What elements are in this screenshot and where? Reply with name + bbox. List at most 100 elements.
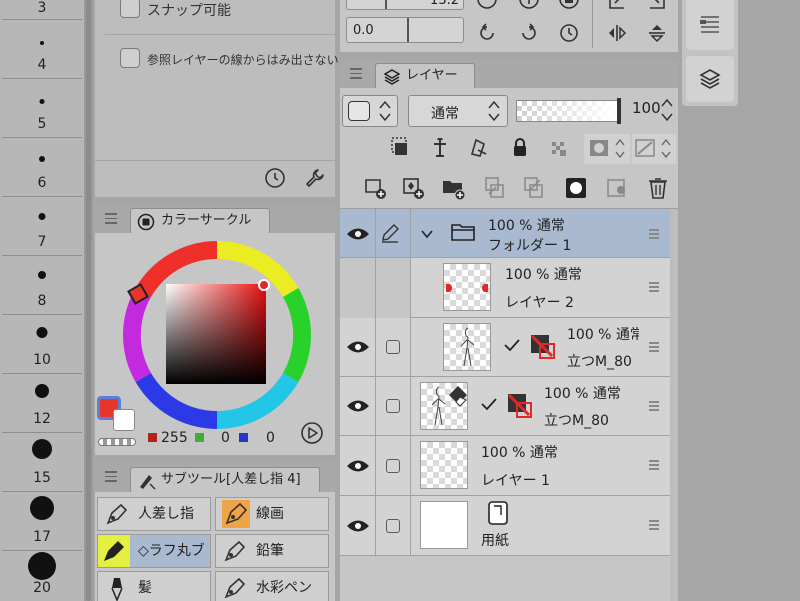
- layer-name: レイヤー 1: [481, 473, 550, 489]
- opacity-stepper-icon[interactable]: [660, 96, 674, 124]
- drag-handle-icon[interactable]: [649, 520, 659, 530]
- delete-layer-icon[interactable]: [644, 174, 672, 202]
- actual-size-icon[interactable]: [646, 0, 668, 12]
- brush-size-item[interactable]: 6: [2, 139, 82, 197]
- apply-mask-icon[interactable]: [604, 174, 632, 202]
- transparent-color-swatch[interactable]: [98, 438, 136, 446]
- create-mask-icon[interactable]: [562, 174, 590, 202]
- brush-size-item[interactable]: 20: [2, 552, 82, 601]
- layer-row[interactable]: 100 % 通常 立つM_80: [340, 377, 670, 436]
- brush-palette-scrollbar[interactable]: [84, 0, 93, 601]
- layer-select-checkbox[interactable]: [386, 340, 400, 354]
- drag-handle-icon[interactable]: [649, 401, 659, 411]
- flip-vertical-icon[interactable]: [646, 22, 668, 44]
- sub-tool-label: 水彩ペン: [256, 580, 312, 596]
- layer-select-checkbox[interactable]: [386, 519, 400, 533]
- layer-row-folder[interactable]: 100 % 通常 フォルダー 1: [340, 209, 670, 258]
- panel-menu-icon[interactable]: [105, 471, 117, 482]
- brush-size-item[interactable]: 8: [2, 257, 82, 315]
- fit-screen-icon[interactable]: [606, 0, 628, 12]
- brush-size-item[interactable]: 12: [2, 375, 82, 433]
- brush-size-item[interactable]: 17: [2, 493, 82, 551]
- merge-down-icon[interactable]: [520, 174, 548, 202]
- opacity-slider-handle[interactable]: [617, 98, 621, 124]
- brush-size-item[interactable]: 7: [2, 198, 82, 256]
- mask-toggle-group[interactable]: [584, 134, 630, 164]
- opacity-slider[interactable]: [516, 98, 621, 124]
- new-folder-icon[interactable]: [440, 174, 468, 202]
- drag-handle-icon[interactable]: [649, 282, 659, 292]
- brush-size-item[interactable]: 15: [2, 434, 82, 492]
- transfer-to-lower-icon[interactable]: [480, 174, 508, 202]
- play-circle-icon[interactable]: [300, 421, 324, 445]
- eye-icon[interactable]: [346, 518, 370, 534]
- tab-sub-tool[interactable]: サブツール[人差し指 4]: [130, 467, 320, 492]
- blend-mode-select[interactable]: 通常: [408, 95, 508, 127]
- sub-tool-item[interactable]: 人差し指: [97, 497, 211, 531]
- reference-layer-icon[interactable]: [426, 134, 454, 162]
- dock-layer-button[interactable]: [686, 56, 734, 102]
- brush-size-item[interactable]: 10: [2, 316, 82, 374]
- stop-icon[interactable]: [558, 0, 580, 10]
- layer-row[interactable]: 100 % 通常 レイヤー 1: [340, 436, 670, 496]
- brush-size-item[interactable]: 3: [2, 0, 82, 20]
- layer-select-checkbox[interactable]: [386, 459, 400, 473]
- ruler-toggle-group[interactable]: [632, 134, 676, 164]
- layer-list-scrollbar[interactable]: [670, 209, 678, 601]
- drag-handle-icon[interactable]: [649, 460, 659, 470]
- dock-layer-property-button[interactable]: [686, 0, 734, 50]
- sub-tool-item[interactable]: 鉛筆: [215, 534, 329, 568]
- panel-dock: [682, 0, 738, 106]
- lock-icon[interactable]: [506, 134, 534, 162]
- reset-clock-icon[interactable]: [263, 166, 287, 190]
- zoom-slider[interactable]: 13.2: [346, 0, 464, 10]
- chevron-down-icon[interactable]: [420, 227, 434, 241]
- tab-layer[interactable]: レイヤー: [375, 63, 475, 88]
- color-picker-handle[interactable]: [258, 279, 270, 291]
- new-vector-layer-icon[interactable]: [400, 174, 428, 202]
- flip-horizontal-icon[interactable]: [606, 22, 628, 44]
- drag-handle-icon[interactable]: [649, 229, 659, 239]
- zoom-out-icon[interactable]: [476, 0, 498, 10]
- brush-size-item[interactable]: 4: [2, 21, 82, 79]
- sub-tool-item[interactable]: 髪: [97, 571, 211, 601]
- reset-rotation-icon[interactable]: [558, 22, 580, 44]
- rotate-right-icon[interactable]: [518, 22, 540, 44]
- tab-color-circle[interactable]: カラーサークル: [130, 208, 270, 233]
- rotate-left-icon[interactable]: [476, 22, 498, 44]
- draft-layer-icon[interactable]: [466, 134, 494, 162]
- ref-layer-checkbox[interactable]: [120, 48, 140, 68]
- new-raster-layer-icon[interactable]: [362, 174, 390, 202]
- eye-icon[interactable]: [346, 339, 370, 355]
- layer-color-select[interactable]: [342, 95, 398, 127]
- eye-icon[interactable]: [346, 398, 370, 414]
- sub-tool-item[interactable]: 線画: [215, 497, 329, 531]
- layer-row-paper[interactable]: 用紙: [340, 496, 670, 556]
- layer-panel-header: レイヤー: [340, 60, 678, 88]
- brush-size-label: 10: [33, 352, 51, 368]
- rotate-slider[interactable]: 0.0: [346, 17, 464, 43]
- brush-size-item[interactable]: 5: [2, 80, 82, 138]
- clip-to-below-icon[interactable]: [386, 134, 414, 162]
- layer-row[interactable]: 100 % 通常 立つM_80: [340, 318, 670, 377]
- layers-icon: [383, 69, 401, 85]
- layer-name: 立つM_80: [567, 354, 632, 370]
- zoom-in-icon[interactable]: [518, 0, 540, 10]
- hue-ring[interactable]: [119, 237, 315, 433]
- wrench-icon[interactable]: [303, 166, 327, 190]
- eye-icon[interactable]: [346, 458, 370, 474]
- sub-color-swatch[interactable]: [113, 409, 135, 431]
- panel-menu-icon[interactable]: [350, 68, 362, 79]
- sub-tool-label: 人差し指: [138, 506, 194, 522]
- sub-tool-item[interactable]: ◇ラフ丸ブ: [97, 534, 211, 568]
- pencil-icon: [224, 540, 246, 562]
- sub-tool-item[interactable]: 水彩ペン: [215, 571, 329, 601]
- panel-menu-icon[interactable]: [105, 213, 117, 224]
- layer-select-checkbox[interactable]: [386, 399, 400, 413]
- lock-transparency-icon[interactable]: [546, 134, 574, 162]
- drag-handle-icon[interactable]: [649, 342, 659, 352]
- eye-icon[interactable]: [346, 226, 370, 242]
- layer-row[interactable]: 100 % 通常 レイヤー 2: [340, 258, 670, 318]
- navigator-controls: 13.2 0.0: [340, 0, 678, 52]
- snap-checkbox[interactable]: [120, 0, 140, 18]
